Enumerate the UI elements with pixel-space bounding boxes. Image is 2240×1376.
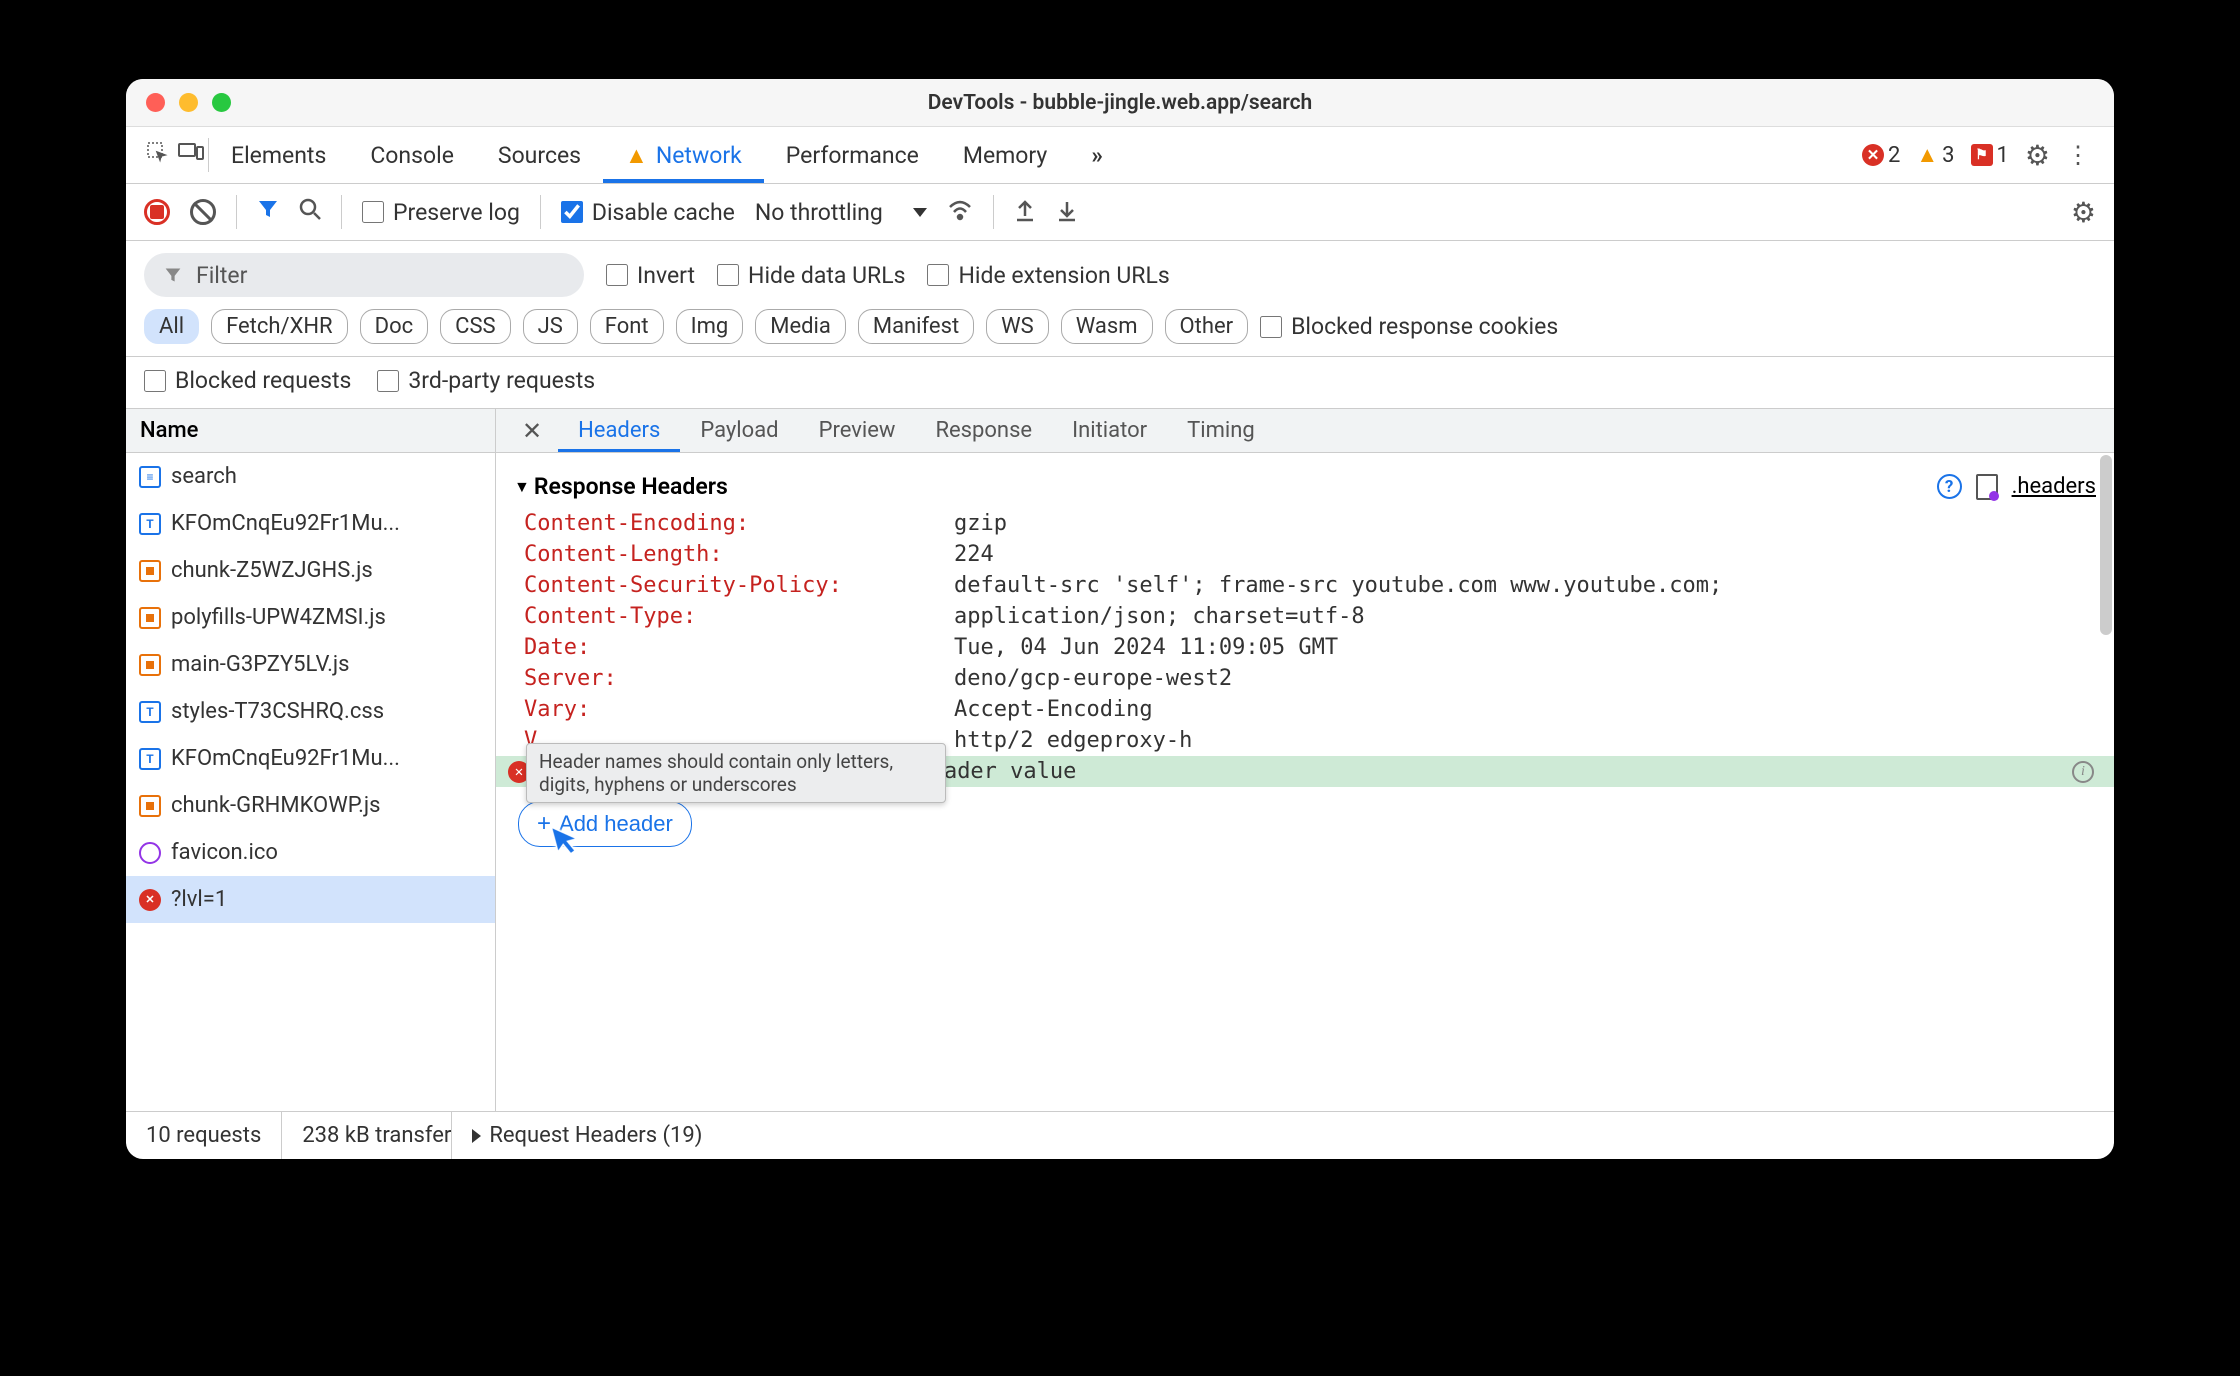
tab-headers[interactable]: Headers: [558, 409, 680, 452]
more-tabs-button[interactable]: »: [1069, 127, 1125, 183]
request-row[interactable]: ✕?lvl=1: [126, 876, 495, 923]
filter-input[interactable]: Filter: [144, 253, 584, 297]
header-row: Content-Encoding:gzip: [496, 508, 2114, 539]
warning-count[interactable]: ▲3: [1916, 142, 1954, 168]
transferred-size: 238 kB transferred: [282, 1112, 452, 1159]
tab-network[interactable]: ▲Network: [603, 127, 764, 183]
chip-img[interactable]: Img: [676, 309, 744, 344]
extra-filter-bar: Blocked requests 3rd-party requests: [126, 357, 2114, 409]
invert-checkbox[interactable]: Invert: [606, 262, 695, 289]
error-count[interactable]: ✕2: [1862, 143, 1900, 168]
request-headers-toggle[interactable]: Request Headers (19): [452, 1112, 722, 1159]
detail-tabbar: ✕ Headers Payload Preview Response Initi…: [496, 409, 2114, 453]
request-row[interactable]: chunk-Z5WZJGHS.js: [126, 547, 495, 594]
network-toolbar: Preserve log Disable cache No throttling…: [126, 184, 2114, 241]
tab-console[interactable]: Console: [348, 127, 476, 183]
add-header-button[interactable]: +Add header: [518, 801, 692, 847]
filter-toggle-icon[interactable]: [257, 198, 279, 226]
settings-icon[interactable]: ⚙: [2025, 139, 2050, 172]
divider: [540, 195, 541, 229]
chip-manifest[interactable]: Manifest: [858, 309, 974, 344]
status-bar: 10 requests 238 kB transferred Request H…: [126, 1111, 2114, 1159]
header-row: Content-Length:224: [496, 539, 2114, 570]
issue-count[interactable]: ⚑1: [1971, 143, 2009, 168]
chip-fetch-xhr[interactable]: Fetch/XHR: [211, 309, 348, 344]
tab-payload[interactable]: Payload: [680, 409, 798, 452]
chip-js[interactable]: JS: [523, 309, 578, 344]
close-panel-button[interactable]: ✕: [506, 417, 558, 445]
header-row: Server:deno/gcp-europe-west2: [496, 663, 2114, 694]
minimize-window-button[interactable]: [179, 93, 198, 112]
device-icon[interactable]: [174, 141, 208, 169]
clear-button[interactable]: [190, 199, 216, 225]
divider: [341, 195, 342, 229]
tab-performance[interactable]: Performance: [764, 127, 941, 183]
chip-css[interactable]: CSS: [440, 309, 510, 344]
tab-initiator[interactable]: Initiator: [1052, 409, 1167, 452]
request-row[interactable]: favicon.ico: [126, 829, 495, 876]
kebab-menu-icon[interactable]: ⋮: [2066, 141, 2090, 169]
request-row[interactable]: ≡search: [126, 453, 495, 500]
request-row[interactable]: polyfills-UPW4ZMSI.js: [126, 594, 495, 641]
hide-extension-urls-checkbox[interactable]: Hide extension URLs: [927, 262, 1169, 289]
request-row[interactable]: main-G3PZY5LV.js: [126, 641, 495, 688]
throttling-select[interactable]: No throttling: [755, 199, 927, 226]
maximize-window-button[interactable]: [212, 93, 231, 112]
upload-har-icon[interactable]: [1014, 198, 1036, 226]
third-party-checkbox[interactable]: 3rd-party requests: [377, 367, 595, 394]
source-file-icon[interactable]: [1976, 474, 1998, 500]
chip-wasm[interactable]: Wasm: [1061, 309, 1153, 344]
response-headers-toggle[interactable]: ▼Response Headers: [514, 473, 728, 500]
detail-panel: ✕ Headers Payload Preview Response Initi…: [496, 409, 2114, 1111]
main-tabbar: Elements Console Sources ▲Network Perfor…: [126, 127, 2114, 184]
close-window-button[interactable]: [146, 93, 165, 112]
divider: [993, 195, 994, 229]
disable-cache-checkbox[interactable]: Disable cache: [561, 199, 735, 226]
network-conditions-icon[interactable]: [947, 199, 973, 225]
download-har-icon[interactable]: [1056, 198, 1078, 226]
blocked-cookies-checkbox[interactable]: Blocked response cookies: [1260, 313, 1558, 340]
request-row[interactable]: chunk-GRHMKOWP.js: [126, 782, 495, 829]
chip-all[interactable]: All: [144, 309, 199, 344]
divider: [236, 195, 237, 229]
type-chipbar: All Fetch/XHR Doc CSS JS Font Img Media …: [126, 303, 2114, 357]
header-row: Content-Security-Policy:default-src 'sel…: [496, 570, 2114, 601]
request-row[interactable]: Tstyles-T73CSHRQ.css: [126, 688, 495, 735]
name-column-header[interactable]: Name: [126, 409, 495, 453]
record-button[interactable]: [144, 199, 170, 225]
search-icon[interactable]: [299, 198, 321, 226]
chip-media[interactable]: Media: [755, 309, 846, 344]
tab-timing[interactable]: Timing: [1167, 409, 1275, 452]
request-row[interactable]: TKFOmCnqEu92Fr1Mu...: [126, 500, 495, 547]
request-row[interactable]: TKFOmCnqEu92Fr1Mu...: [126, 735, 495, 782]
chip-font[interactable]: Font: [590, 309, 664, 344]
tab-preview[interactable]: Preview: [799, 409, 916, 452]
chip-doc[interactable]: Doc: [360, 309, 429, 344]
tab-memory[interactable]: Memory: [941, 127, 1069, 183]
header-row: Content-Type:application/json; charset=u…: [496, 601, 2114, 632]
network-settings-icon[interactable]: ⚙: [2071, 196, 2096, 229]
chip-ws[interactable]: WS: [986, 309, 1049, 344]
header-row: Date:Tue, 04 Jun 2024 11:09:05 GMT: [496, 632, 2114, 663]
request-list: Name ≡search TKFOmCnqEu92Fr1Mu... chunk-…: [126, 409, 496, 1111]
filter-bar: Filter Invert Hide data URLs Hide extens…: [126, 241, 2114, 303]
help-icon[interactable]: ?: [1937, 474, 1962, 499]
info-icon[interactable]: i: [2072, 761, 2094, 783]
validation-tooltip: Header names should contain only letters…: [526, 743, 946, 803]
titlebar: DevTools - bubble-jingle.web.app/search: [126, 79, 2114, 127]
tab-sources[interactable]: Sources: [476, 127, 603, 183]
header-row: Vary:Accept-Encoding: [496, 694, 2114, 725]
tab-elements[interactable]: Elements: [209, 127, 348, 183]
blocked-requests-checkbox[interactable]: Blocked requests: [144, 367, 351, 394]
headers-source-link[interactable]: .headers: [2012, 474, 2096, 499]
preserve-log-checkbox[interactable]: Preserve log: [362, 199, 520, 226]
window-title: DevTools - bubble-jingle.web.app/search: [126, 91, 2114, 115]
chip-other[interactable]: Other: [1165, 309, 1249, 344]
request-count: 10 requests: [126, 1112, 282, 1159]
hide-data-urls-checkbox[interactable]: Hide data URLs: [717, 262, 905, 289]
tab-response[interactable]: Response: [915, 409, 1052, 452]
inspect-icon[interactable]: [140, 140, 174, 170]
